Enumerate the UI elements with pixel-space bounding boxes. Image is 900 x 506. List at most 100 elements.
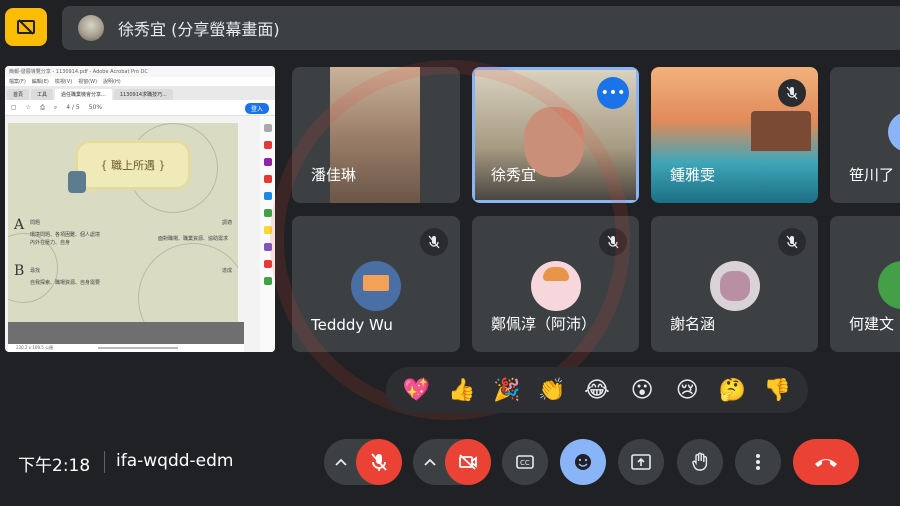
- meeting-time: 下午2:18: [18, 456, 91, 476]
- participant-name: 鄭佩淳（阿沛）: [491, 315, 597, 333]
- shared-tabs: 首頁 工具 過任職業機會分享... 1130914求職技巧...: [5, 86, 275, 100]
- tools-icon: [263, 277, 272, 285]
- doc-line: 達成: [222, 268, 233, 274]
- reaction-sad[interactable]: 😢: [669, 378, 705, 403]
- participant-name: 謝名涵: [670, 315, 716, 333]
- shared-tab-active: 過任職業機會分享...: [55, 89, 112, 100]
- reaction-thumbs-down[interactable]: 👎: [759, 378, 795, 403]
- more-options-button[interactable]: [735, 439, 781, 485]
- divider: [104, 451, 105, 473]
- participant-tile[interactable]: Tedddy Wu: [292, 216, 460, 352]
- create-icon: [263, 192, 272, 200]
- mic-off-button[interactable]: [356, 439, 402, 485]
- participant-name: Tedddy Wu: [311, 316, 393, 334]
- participant-tile[interactable]: 笹川了: [830, 67, 900, 203]
- reaction-party[interactable]: 🎉: [489, 378, 525, 403]
- shared-menubar: 檔案(F) 編輯(E) 檢視(V) 視窗(W) 說明(H): [5, 77, 275, 86]
- shared-tab: 首頁: [7, 89, 30, 100]
- mic-off-icon: [420, 228, 448, 256]
- shared-tab: 工具: [31, 89, 54, 100]
- reaction-thumbs-up[interactable]: 👍: [444, 378, 480, 403]
- fill-sign-icon: [263, 243, 272, 251]
- chevron-up-icon[interactable]: [326, 439, 356, 485]
- document-page: { 職上所遇 } A 問題 環境問題、各項困難、個人處境 內外在壓力、自身 B …: [8, 123, 238, 352]
- shared-toolbar: ▢ ☆ ⎙ ⌕ 4 / 5 50% 登入: [5, 100, 275, 116]
- mic-off-icon: [778, 79, 806, 107]
- participant-tile-active-speaker[interactable]: ••• 徐秀宜: [472, 67, 639, 203]
- document-size: 230.2 x 109.5 公厘: [16, 345, 54, 350]
- participant-tile[interactable]: 潘佳琳: [292, 67, 460, 203]
- mic-off-icon: [599, 228, 627, 256]
- participant-avatar: [530, 261, 581, 311]
- raise-hand-button[interactable]: [677, 439, 723, 485]
- doc-letter-b: B: [14, 263, 25, 279]
- menu-item: 說明(H): [103, 79, 121, 85]
- participant-tile[interactable]: 何建文: [830, 216, 900, 352]
- participant-tile[interactable]: 謝名涵: [651, 216, 818, 352]
- participant-name: 笹川了: [849, 166, 895, 184]
- leave-call-button[interactable]: [793, 439, 859, 485]
- doc-letter-a: A: [14, 217, 25, 233]
- save-icon: ▢: [11, 104, 17, 111]
- acrobat-tools-sidebar: [260, 116, 275, 352]
- captions-button[interactable]: CC: [502, 439, 548, 485]
- comment-icon: [263, 226, 272, 234]
- shared-tab: 1130914求職技巧...: [113, 89, 173, 100]
- doc-line: 環境問題、各項困難、個人處境: [30, 232, 101, 238]
- horizontal-scrollbar: [98, 347, 178, 349]
- participant-avatar: [351, 261, 401, 311]
- participant-avatar: [878, 261, 900, 309]
- participant-name: 鍾雅雯: [670, 166, 716, 184]
- shared-window-title: 簡報-發展導覽分享 - 1130914.pdf - Adobe Acrobat …: [5, 66, 275, 77]
- participant-tile[interactable]: 鄭佩淳（阿沛）: [472, 216, 639, 352]
- presenter-name: 徐秀宜 (分享螢幕畫面): [118, 20, 280, 39]
- reaction-surprised[interactable]: 😮: [624, 378, 660, 403]
- reaction-thinking[interactable]: 🤔: [714, 378, 750, 403]
- doc-line: 面對職場、職業資源、協助需求: [158, 236, 229, 242]
- print-icon: ⎙: [40, 103, 45, 111]
- emoji-reactions-button[interactable]: [560, 439, 606, 485]
- decorative-figure: [68, 171, 86, 193]
- participant-name: 何建文: [849, 315, 895, 333]
- reaction-clap[interactable]: 👏: [534, 378, 570, 403]
- camera-off-button[interactable]: [445, 439, 491, 485]
- chevron-up-icon[interactable]: [415, 439, 445, 485]
- reaction-heart[interactable]: 💖: [399, 378, 435, 403]
- presenter-bar: 徐秀宜 (分享螢幕畫面): [62, 6, 900, 50]
- login-button: 登入: [244, 103, 269, 114]
- protect-icon: [263, 260, 272, 268]
- menu-item: 檢視(V): [54, 79, 73, 85]
- page-counter: 4 / 5: [66, 104, 80, 111]
- more-options-icon[interactable]: •••: [597, 77, 629, 109]
- participant-avatar: [888, 112, 900, 152]
- document-gap: [8, 322, 244, 344]
- doc-line: 尋找: [30, 268, 41, 274]
- export-icon: [263, 175, 272, 183]
- document-title: { 職上所遇 }: [78, 143, 188, 187]
- organize-icon: [263, 209, 272, 217]
- present-off-icon[interactable]: [5, 8, 47, 46]
- doc-line: 內外在壓力、自身: [30, 240, 71, 246]
- presenter-avatar: [78, 15, 104, 41]
- participant-tile[interactable]: 鍾雅雯: [651, 67, 818, 203]
- present-screen-button[interactable]: [618, 439, 664, 485]
- doc-line: 調適: [222, 220, 233, 226]
- pdf-icon: [263, 141, 272, 149]
- meeting-code: ifa-wqdd-edm: [116, 451, 234, 471]
- search-icon: ⌕: [53, 103, 58, 111]
- zoom-icon: [263, 124, 272, 132]
- menu-item: 視窗(W): [78, 79, 98, 85]
- star-icon: ☆: [25, 104, 32, 111]
- menu-item: 檔案(F): [9, 79, 26, 85]
- reaction-bar: 💖 👍 🎉 👏 😂 😮 😢 🤔 👎: [386, 367, 808, 413]
- svg-text:CC: CC: [520, 459, 530, 467]
- mic-off-icon: [778, 228, 806, 256]
- doc-line: 自我探索、職場資源、自身需要: [30, 280, 101, 286]
- reaction-laugh[interactable]: 😂: [579, 378, 615, 403]
- participant-name: 潘佳琳: [311, 166, 357, 184]
- shared-screen[interactable]: 簡報-發展導覽分享 - 1130914.pdf - Adobe Acrobat …: [5, 66, 275, 352]
- participant-name: 徐秀宜: [491, 166, 537, 184]
- edit-icon: [263, 158, 272, 166]
- document-status-bar: 230.2 x 109.5 公厘: [8, 344, 244, 352]
- menu-item: 編輯(E): [31, 79, 49, 85]
